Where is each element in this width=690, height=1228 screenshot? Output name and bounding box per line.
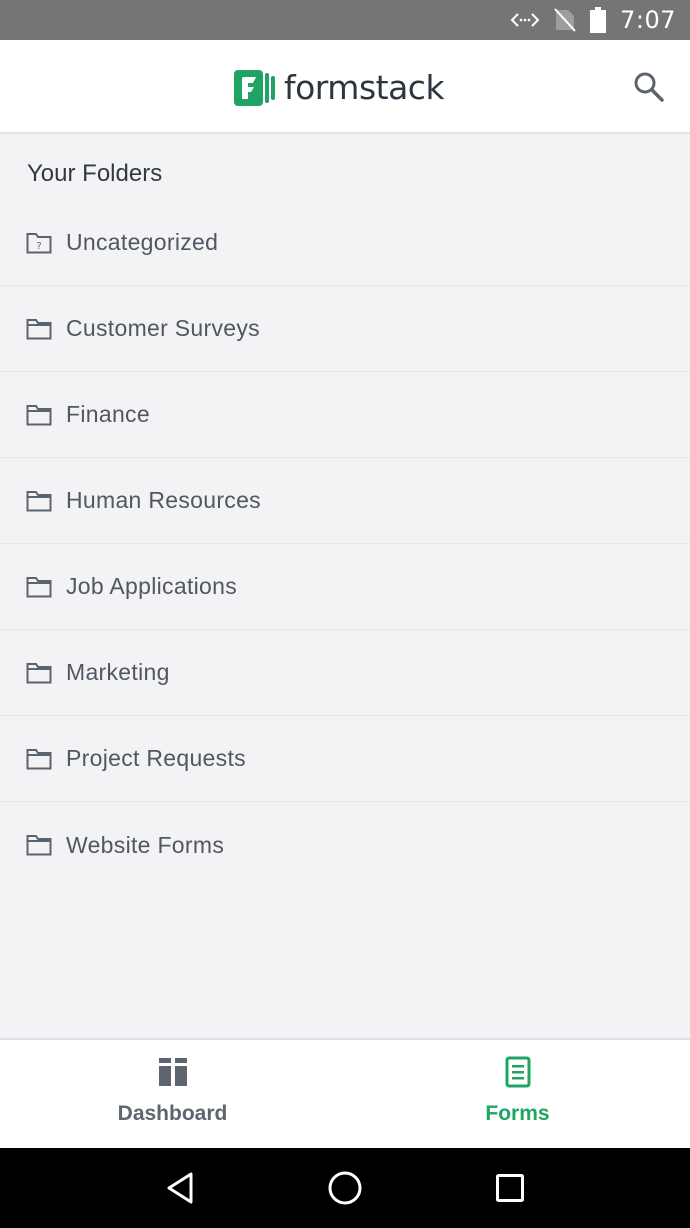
- tab-label: Dashboard: [117, 1102, 228, 1125]
- recents-button[interactable]: [490, 1168, 530, 1208]
- folder-item-human-resources[interactable]: Human Resources: [0, 458, 690, 544]
- formstack-logo: formstack: [234, 68, 445, 107]
- folder-label: Job Applications: [66, 573, 238, 599]
- folder-icon: [26, 318, 52, 339]
- recents-icon: [495, 1174, 524, 1202]
- folder-item-customer-surveys[interactable]: Customer Surveys: [0, 286, 690, 372]
- folder-icon: [26, 404, 52, 425]
- no-sim-icon: [554, 8, 576, 32]
- forms-icon: [505, 1056, 530, 1088]
- home-button[interactable]: [325, 1168, 365, 1208]
- tab-forms[interactable]: Forms: [345, 1040, 690, 1148]
- folder-item-uncategorized[interactable]: ? Uncategorized: [0, 200, 690, 286]
- status-bar: 7:07: [0, 0, 690, 40]
- folder-label: Website Forms: [66, 831, 225, 858]
- folder-icon: [26, 662, 52, 683]
- clock: 7:07: [620, 6, 676, 34]
- folder-item-marketing[interactable]: Marketing: [0, 630, 690, 716]
- folder-label: Marketing: [66, 659, 170, 685]
- folder-icon: [26, 835, 52, 856]
- svg-text:?: ?: [36, 241, 41, 252]
- folder-item-job-applications[interactable]: Job Applications: [0, 544, 690, 630]
- folder-label: Uncategorized: [66, 229, 219, 255]
- folder-label: Project Requests: [66, 745, 246, 771]
- folder-item-project-requests[interactable]: Project Requests: [0, 716, 690, 802]
- data-sync-icon: [510, 13, 540, 27]
- folder-label: Customer Surveys: [66, 315, 260, 341]
- section-title: Your Folders: [27, 160, 163, 187]
- folder-unknown-icon: ?: [26, 232, 52, 253]
- home-icon: [328, 1171, 362, 1205]
- search-icon: [634, 72, 664, 102]
- folder-label: Human Resources: [66, 487, 261, 513]
- bottom-nav: Dashboard Forms: [0, 1038, 690, 1148]
- tab-label: Forms: [485, 1102, 550, 1125]
- back-button[interactable]: [160, 1168, 200, 1208]
- folder-item-website-forms[interactable]: Website Forms: [0, 802, 690, 888]
- folder-icon: [26, 748, 52, 769]
- app-header: formstack: [0, 40, 690, 134]
- folder-list: ? Uncategorized Customer Surveys Finance…: [0, 200, 690, 888]
- folder-label: Finance: [66, 401, 150, 427]
- folder-item-finance[interactable]: Finance: [0, 372, 690, 458]
- back-icon: [167, 1172, 193, 1204]
- battery-icon: [590, 7, 607, 33]
- tab-dashboard[interactable]: Dashboard: [0, 1040, 345, 1148]
- formstack-logo-icon: [234, 70, 275, 106]
- folder-icon: [26, 576, 52, 597]
- search-button[interactable]: [632, 70, 666, 104]
- folders-panel: Your Folders ? Uncategorized Customer Su…: [0, 136, 690, 1038]
- brand-name: formstack: [284, 68, 445, 107]
- dashboard-icon: [158, 1058, 187, 1086]
- folder-icon: [26, 490, 52, 511]
- system-nav-bar: [0, 1148, 690, 1228]
